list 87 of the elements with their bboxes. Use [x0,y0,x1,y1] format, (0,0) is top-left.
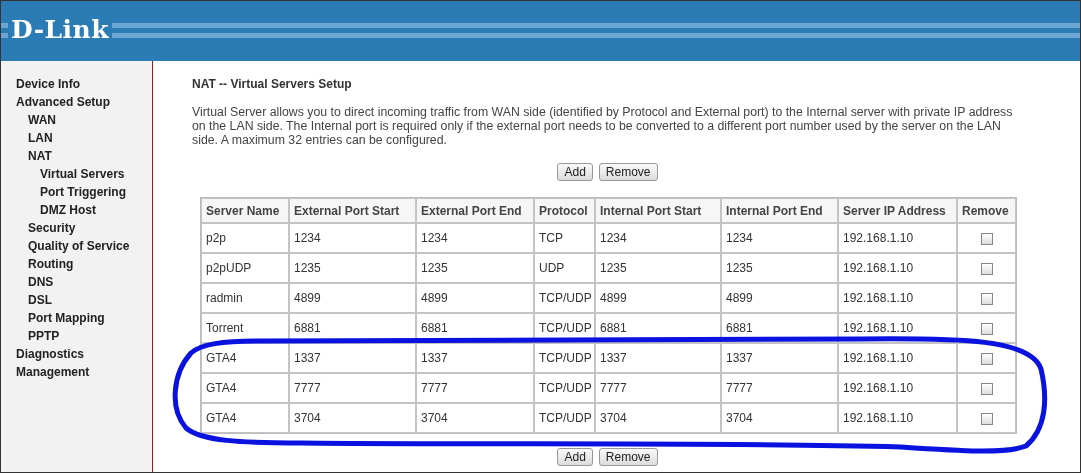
table-cell: radmin [206,291,243,305]
nav-link[interactable]: Port Mapping [28,309,105,327]
table-cell: 1235 [294,261,321,275]
nav-link[interactable]: DNS [28,273,54,291]
column-header: Server Name [206,203,280,218]
table-cell: 1235 [421,261,448,275]
table-cell: 1337 [600,351,627,365]
nav-link[interactable]: Security [28,219,76,237]
table-cell: 4899 [421,291,448,305]
nav-link[interactable]: Virtual Servers [40,165,125,183]
nav-link[interactable]: Routing [28,255,74,273]
column-header: Internal Port Start [600,203,702,218]
table-cell: 1235 [726,261,753,275]
table-cell: 1337 [421,351,448,365]
column-header: Server IP Address [843,203,946,218]
table-cell: 4899 [294,291,321,305]
table-cell: p2pUDP [206,261,252,275]
action-button[interactable]: Add [557,163,593,181]
table-cell: 3704 [600,411,627,425]
table-cell: 1234 [421,231,448,245]
table-cell: TCP/UDP [539,411,592,425]
table-cell: 6881 [294,321,321,335]
table-cell: 192.168.1.10 [843,411,914,425]
checkbox[interactable] [980,412,993,425]
table-cell: 4899 [726,291,753,305]
nav-link[interactable]: Management [16,363,90,381]
table-cell: 1235 [600,261,627,275]
nav-link[interactable]: WAN [28,111,56,129]
table-cell: TCP/UDP [539,291,592,305]
table-cell: 1337 [726,351,753,365]
table-cell: TCP/UDP [539,351,592,365]
table-cell: 1234 [726,231,753,245]
table-cell: TCP/UDP [539,321,592,335]
column-header: Remove [962,203,1009,218]
table-cell: GTA4 [206,351,237,365]
table-cell: 7777 [600,381,627,395]
checkbox[interactable] [980,352,993,365]
table-cell: TCP/UDP [539,381,592,395]
table-cell: 6881 [726,321,753,335]
action-button[interactable]: Remove [598,163,658,181]
table-cell: GTA4 [206,381,237,395]
nav-link[interactable]: PPTP [28,327,60,345]
table-cell: 192.168.1.10 [843,291,914,305]
table-cell: UDP [539,261,565,275]
table-cell: 192.168.1.10 [843,321,914,335]
column-header: External Port Start [294,203,400,218]
nav-link[interactable]: NAT [28,147,52,165]
table-cell: 7777 [726,381,753,395]
table-cell: 192.168.1.10 [843,231,914,245]
nav-link[interactable]: Advanced Setup [16,93,111,111]
table-cell: 192.168.1.10 [843,381,914,395]
column-header: Protocol [539,203,588,218]
table-cell: 192.168.1.10 [843,351,914,365]
nav-link[interactable]: Quality of Service [28,237,130,255]
checkbox[interactable] [980,322,993,335]
column-header: Internal Port End [726,203,823,218]
action-button[interactable]: Add [557,448,593,466]
description: Virtual Server allows you to direct incoming traffic from WAN side (identified by Protocol and External port) to the Internal server with private IP address on the LAN side. The Internal port is required only if the external port needs to be converted to a different port number used by the server on the LAN side. A maximum 32 entries can be configured. [192,105,1014,147]
table-cell: 4899 [600,291,627,305]
table-cell: 3704 [726,411,753,425]
table-cell: TCP [539,231,563,245]
table-cell: 1234 [600,231,627,245]
action-button[interactable]: Remove [598,448,658,466]
table-cell: p2p [206,231,227,245]
nav-link[interactable]: Port Triggering [40,183,126,201]
table-cell: 1337 [294,351,321,365]
checkbox[interactable] [980,262,993,275]
table-cell: 3704 [421,411,448,425]
nav-link[interactable]: LAN [28,129,53,147]
checkbox[interactable] [980,292,993,305]
nav-link[interactable]: Diagnostics [16,345,84,363]
column-header: External Port End [421,203,522,218]
table-cell: 192.168.1.10 [843,261,914,275]
checkbox[interactable] [980,382,993,395]
nav-link[interactable]: Device Info [16,75,81,93]
nav-link[interactable]: DMZ Host [40,201,96,219]
page-title: NAT -- Virtual Servers Setup [192,77,352,91]
table-cell: 7777 [294,381,321,395]
table-cell: 6881 [421,321,448,335]
table-cell: 7777 [421,381,448,395]
table-cell: 1234 [294,231,321,245]
table-cell: Torrent [206,321,244,335]
nav-link[interactable]: DSL [28,291,52,309]
table-cell: 3704 [294,411,321,425]
table-cell: GTA4 [206,411,237,425]
checkbox[interactable] [980,232,993,245]
table-cell: 6881 [600,321,627,335]
